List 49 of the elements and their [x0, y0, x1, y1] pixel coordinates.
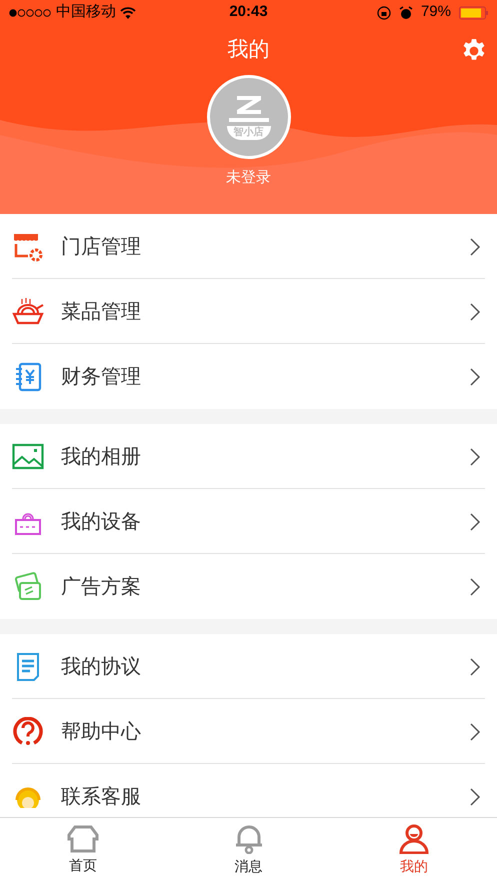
menu-item[interactable]: 我的设备 [0, 489, 497, 554]
menu-label: 门店管理 [61, 234, 142, 260]
menu-item[interactable]: 帮助中心 [0, 699, 497, 764]
menu-item[interactable]: 我的相册 [0, 424, 497, 489]
carrier-name: 中国移动 [56, 2, 116, 22]
bell-icon [234, 824, 264, 854]
menu-item[interactable]: 菜品管理 [0, 279, 497, 344]
alarm-icon [398, 6, 413, 20]
chevron-right-icon [469, 446, 481, 466]
chevron-right-icon [469, 786, 481, 806]
menu-label: 广告方案 [61, 574, 142, 600]
wifi-icon [120, 6, 136, 18]
menu-item[interactable]: 门店管理 [0, 214, 497, 279]
login-status: 未登录 [226, 168, 271, 188]
menu-item[interactable]: 我的协议 [0, 634, 497, 699]
shop-gear-icon [12, 232, 44, 262]
signal-icon [8, 8, 52, 18]
chevron-right-icon [469, 512, 481, 532]
rotation-lock-icon [376, 6, 391, 20]
house-icon [66, 825, 99, 853]
battery-icon [459, 6, 489, 20]
menu-label: 菜品管理 [61, 300, 142, 324]
menu-item[interactable]: 联系客服 [0, 764, 497, 817]
menu-label: 联系客服 [61, 784, 142, 810]
menu-item[interactable]: 财务管理 [0, 344, 497, 409]
person-icon [398, 824, 430, 854]
noodle-bowl-icon [12, 296, 44, 326]
battery-percent: 79% [420, 2, 451, 22]
chevron-right-icon [469, 236, 481, 256]
menu-label: 我的协议 [61, 654, 142, 680]
cards-icon [12, 572, 44, 602]
picture-icon [12, 442, 44, 472]
chevron-right-icon [469, 366, 481, 386]
menu-item[interactable]: 广告方案 [0, 554, 497, 619]
question-icon [12, 716, 44, 746]
menu-label: 我的相册 [61, 444, 142, 470]
chevron-right-icon [469, 576, 481, 596]
chevron-right-icon [469, 722, 481, 742]
chevron-right-icon [469, 302, 481, 322]
menu-label: 财务管理 [61, 364, 142, 390]
tab-item[interactable]: 消息 [166, 818, 332, 883]
clock-time: 20:43 [229, 2, 268, 22]
menu-label: 我的设备 [61, 510, 142, 534]
chevron-right-icon [469, 656, 481, 676]
page-title: 我的 [228, 37, 270, 64]
logo-text: 智小店 [226, 126, 270, 140]
tab-item[interactable]: 首页 [0, 818, 166, 883]
tab-item[interactable]: 我的 [331, 818, 497, 883]
menu-label: 帮助中心 [61, 720, 142, 744]
